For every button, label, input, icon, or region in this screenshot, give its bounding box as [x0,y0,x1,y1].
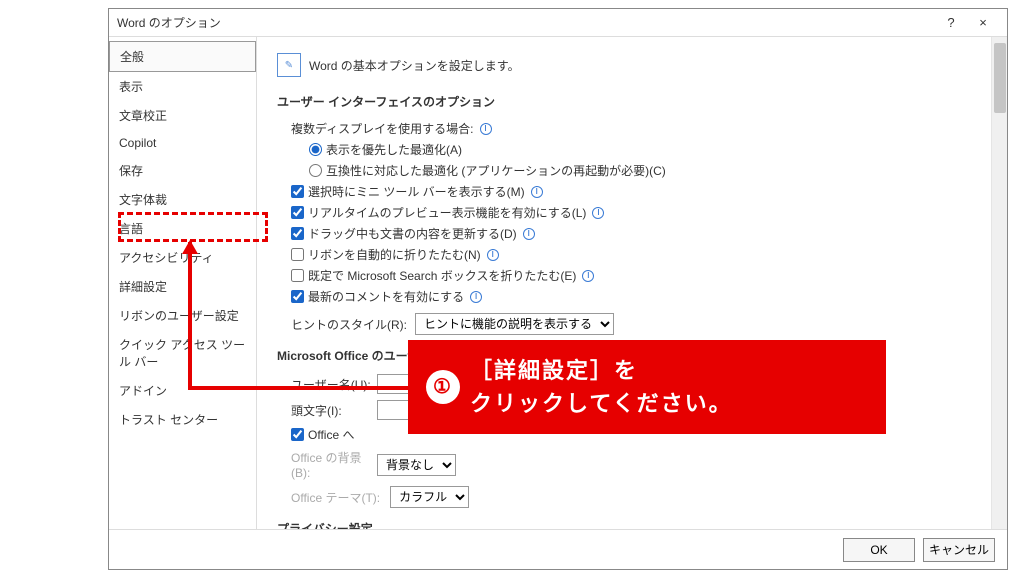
sidebar-item-customize-ribbon[interactable]: リボンのユーザー設定 [109,301,256,330]
dialog-footer: OK キャンセル [109,529,1007,569]
sidebar: 全般 表示 文章校正 Copilot 保存 文字体裁 言語 アクセシビリティ 詳… [109,37,257,529]
office-theme-select[interactable]: カラフル [390,486,469,508]
section-ui-options: ユーザー インターフェイスのオプション [277,93,987,110]
sidebar-item-language[interactable]: 言語 [109,214,256,243]
multi-display-label: 複数ディスプレイを使用する場合: [291,120,474,137]
vertical-scrollbar[interactable] [991,37,1007,529]
titlebar: Word のオプション ? × [109,9,1007,37]
office-bg-select[interactable]: 背景なし [377,454,456,476]
cancel-button[interactable]: キャンセル [923,538,995,562]
info-icon[interactable]: i [487,249,499,261]
office-bg-label: Office の背景(B): [291,449,371,480]
sidebar-item-proofing[interactable]: 文章校正 [109,101,256,130]
sidebar-item-addins[interactable]: アドイン [109,376,256,405]
sidebar-item-trust-center[interactable]: トラスト センター [109,405,256,434]
checkbox-mini-toolbar[interactable]: 選択時にミニ ツール バーを表示する(M) [291,183,525,200]
checkbox-live-preview[interactable]: リアルタイムのプレビュー表示機能を有効にする(L) [291,204,586,221]
dialog-title: Word のオプション [117,14,221,31]
sidebar-item-copilot[interactable]: Copilot [109,130,256,156]
section-office-user: Microsoft Office のユーザー設定 [277,347,987,364]
checkbox-office-signin[interactable]: Office へ [291,426,354,443]
office-theme-label: Office テーマ(T): [291,489,380,506]
info-icon[interactable]: i [470,291,482,303]
checkbox-ribbon-collapse[interactable]: リボンを自動的に折りたたむ(N) [291,246,481,263]
checkbox-drag-update[interactable]: ドラッグ中も文書の内容を更新する(D) [291,225,517,242]
help-button[interactable]: ? [935,11,967,35]
ok-button[interactable]: OK [843,538,915,562]
word-options-dialog: Word のオプション ? × 全般 表示 文章校正 Copilot 保存 文字… [108,8,1008,570]
section-privacy: プライバシー設定 [277,520,987,529]
info-icon[interactable]: i [592,207,604,219]
hint-style-label: ヒントのスタイル(R): [291,316,407,333]
sidebar-item-save[interactable]: 保存 [109,156,256,185]
sidebar-item-typography[interactable]: 文字体裁 [109,185,256,214]
close-button[interactable]: × [967,11,999,35]
scrollbar-thumb[interactable] [994,43,1006,113]
info-icon[interactable]: i [480,123,492,135]
checkbox-ms-search-collapse[interactable]: 既定で Microsoft Search ボックスを折りたたむ(E) [291,267,576,284]
info-icon[interactable]: i [531,186,543,198]
sidebar-item-accessibility[interactable]: アクセシビリティ [109,243,256,272]
intro-text: Word の基本オプションを設定します。 [309,57,520,74]
content-panel: ✎ Word の基本オプションを設定します。 ユーザー インターフェイスのオプシ… [257,37,1007,529]
sidebar-item-quick-access[interactable]: クイック アクセス ツール バー [109,330,256,376]
options-icon: ✎ [277,53,301,77]
initials-label: 頭文字(I): [291,402,371,419]
sidebar-item-advanced[interactable]: 詳細設定 [109,272,256,301]
sidebar-item-display[interactable]: 表示 [109,72,256,101]
user-name-input[interactable] [377,374,517,394]
checkbox-modern-comments[interactable]: 最新のコメントを有効にする [291,288,464,305]
radio-compat-optimized[interactable]: 互換性に対応した最適化 (アプリケーションの再起動が必要)(C) [309,162,666,179]
radio-display-optimized[interactable]: 表示を優先した最適化(A) [309,141,462,158]
user-name-label: ユーザー名(U): [291,376,371,393]
sidebar-item-general[interactable]: 全般 [109,41,256,72]
info-icon[interactable]: i [523,228,535,240]
initials-input[interactable] [377,400,437,420]
info-icon[interactable]: i [582,270,594,282]
hint-style-select[interactable]: ヒントに機能の説明を表示する [415,313,614,335]
